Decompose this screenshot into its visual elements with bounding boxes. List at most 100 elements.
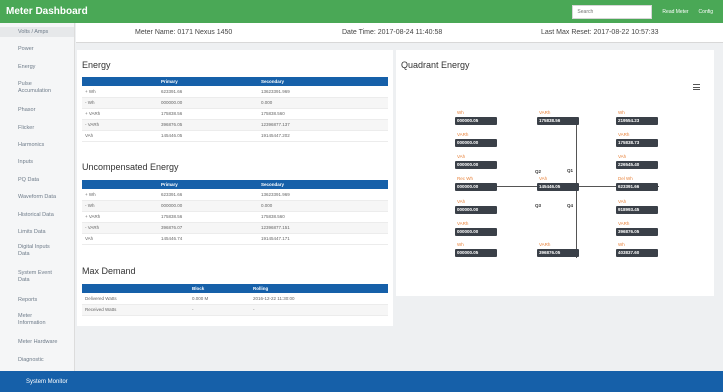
quadrant-cell-value: 000000.05 <box>455 117 497 125</box>
secondary-value: 12396877.151 <box>258 222 388 234</box>
sidebar-item-pq-data[interactable]: PQ Data <box>0 177 74 184</box>
quadrant-cell-value: 000000.05 <box>455 249 497 257</box>
uncomp-header-secondary: Secondary <box>258 180 388 189</box>
table-row: + VARh 175838.56 175838.560 <box>82 211 388 223</box>
primary-value: 000000.00 <box>158 200 258 212</box>
max-demand-header-rolling: Rolling <box>250 284 388 293</box>
max-demand-title: Max Demand <box>82 266 136 276</box>
sidebar-item-reports[interactable]: Reports <box>0 297 74 304</box>
sidebar-item-inputs[interactable]: Inputs <box>0 159 74 166</box>
secondary-value: 12396877.137 <box>258 119 388 131</box>
row-label: - VARh <box>82 119 158 131</box>
quadrant-cell-value: 175838.73 <box>616 139 658 147</box>
rolling-value: 2016-12-22 11:30:00 <box>250 293 388 305</box>
table-row: Received Watts - - <box>82 304 388 316</box>
primary-value: 396876.05 <box>158 119 258 131</box>
sidebar-item-diagnostic[interactable]: Diagnostic <box>0 357 74 364</box>
quadrant-label-q4: Q4 <box>567 203 574 208</box>
uncomp-header-empty <box>82 180 158 189</box>
row-label: - Wh <box>82 200 158 212</box>
sidebar-item-system-event-data[interactable]: System Event Data <box>0 270 54 284</box>
quadrant-cell-value: 396876.05 <box>537 249 579 257</box>
quadrant-cell-value: 403837.60 <box>616 249 658 257</box>
secondary-value: 19145447.202 <box>258 130 388 142</box>
system-monitor-link[interactable]: System Monitor <box>0 379 68 385</box>
max-demand-header-block: Block <box>189 284 250 293</box>
quadrant-cell-label: VARh <box>618 132 630 137</box>
meter-info-bar: Meter Name: 0171 Nexus 1450 Date Time: 2… <box>76 23 723 43</box>
sidebar-item-meter-hardware[interactable]: Meter Hardware <box>0 339 74 346</box>
energy-table: Primary Secondary + Wh 623391.66 1362339… <box>82 77 388 142</box>
rolling-value: - <box>250 304 388 316</box>
secondary-value: 175838.560 <box>258 211 388 223</box>
quadrant-cell-label: Rec Wh <box>457 176 474 181</box>
secondary-value: 19145447.171 <box>258 233 388 245</box>
secondary-value: 13623391.969 <box>258 86 388 98</box>
primary-value: 623391.66 <box>158 189 258 201</box>
table-row: VAh 145446.05 19145447.202 <box>82 130 388 142</box>
block-value: - <box>189 304 250 316</box>
app-title: Meter Dashboard <box>6 6 88 17</box>
meter-date-time: Date Time: 2017-08-24 11:40:58 <box>342 29 443 36</box>
sidebar-item-waveform-data[interactable]: Waveform Data <box>0 194 74 201</box>
table-row: - Wh 000000.00 0.000 <box>82 97 388 109</box>
primary-value: 145446.05 <box>158 130 258 142</box>
menu-icon[interactable] <box>693 84 700 90</box>
energy-panel: Energy Primary Secondary + Wh 623391.66 … <box>77 50 393 326</box>
sidebar-item-harmonics[interactable]: Harmonics <box>0 142 74 149</box>
row-label: Received Watts <box>82 304 189 316</box>
quadrant-cell-label: Wh <box>457 110 464 115</box>
quadrant-cell-label: VAh <box>539 176 548 181</box>
quadrant-cell-value: 000000.00 <box>455 228 497 236</box>
sidebar-item-power[interactable]: Power <box>0 46 74 53</box>
secondary-value: 175838.560 <box>258 108 388 120</box>
quadrant-cell-value: 000000.00 <box>455 139 497 147</box>
sidebar-item-energy[interactable]: Energy <box>0 64 74 71</box>
sidebar-item-pulse-accumulation[interactable]: Pulse Accumulation <box>0 81 56 95</box>
row-label: VAh <box>82 233 158 245</box>
row-label: - Wh <box>82 97 158 109</box>
sidebar-item-digital-inputs-data[interactable]: Digital Inputs Data <box>0 244 58 258</box>
quadrant-cell-value: 000000.00 <box>455 161 497 169</box>
quadrant-cell-label: VARh <box>457 221 469 226</box>
quadrant-cell-label: VARh <box>539 242 551 247</box>
quadrant-cell-value: 175838.56 <box>537 117 579 125</box>
sidebar-item-flicker[interactable]: Flicker <box>0 125 74 132</box>
sidebar-item-historical-data[interactable]: Historical Data <box>0 212 74 219</box>
energy-title: Energy <box>82 60 111 70</box>
table-row: Delivered Watts 0.000 M 2016-12-22 11:30… <box>82 293 388 305</box>
row-label: + VARh <box>82 211 158 223</box>
sidebar-item-meter-information[interactable]: Meter Information <box>0 313 52 327</box>
table-row: - Wh 000000.00 0.000 <box>82 200 388 212</box>
quadrant-cell-label: VARh <box>618 221 630 226</box>
table-row: + VARh 175838.56 175838.560 <box>82 108 388 120</box>
config-link[interactable]: Config <box>699 9 713 15</box>
max-demand-table: Block Rolling Delivered Watts 0.000 M 20… <box>82 284 388 316</box>
table-row: + Wh 623391.66 13623391.969 <box>82 189 388 201</box>
quadrant-cell-label: Wh <box>618 242 625 247</box>
row-label: VAh <box>82 130 158 142</box>
bottom-bar: System Monitor <box>0 371 723 392</box>
quadrant-cell-value: 918993.45 <box>616 206 658 214</box>
quadrant-cell-label: VARh <box>539 110 551 115</box>
sidebar-item-phasor[interactable]: Phasor <box>0 107 74 114</box>
row-label: - VARh <box>82 222 158 234</box>
search-input[interactable] <box>572 4 653 19</box>
sidebar-item-limits-data[interactable]: Limits Data <box>0 229 74 236</box>
table-row: - VARh 396876.07 12396877.151 <box>82 222 388 234</box>
quadrant-cell-value: 396876.05 <box>616 228 658 236</box>
row-label: + Wh <box>82 86 158 98</box>
quadrant-cell-label: VAh <box>457 154 466 159</box>
read-meter-link[interactable]: Read Meter <box>662 9 688 15</box>
energy-header-secondary: Secondary <box>258 77 388 86</box>
uncomp-header-primary: Primary <box>158 180 258 189</box>
secondary-value: 0.000 <box>258 97 388 109</box>
sidebar-item-volts-amps[interactable]: Volts / Amps <box>0 27 74 37</box>
top-bar: Meter Dashboard Read Meter Config <box>0 0 723 23</box>
row-label: + VARh <box>82 108 158 120</box>
quadrant-label-q2: Q2 <box>535 169 542 174</box>
table-row: - VARh 396876.05 12396877.137 <box>82 119 388 131</box>
primary-value: 175838.56 <box>158 211 258 223</box>
row-label: Delivered Watts <box>82 293 189 305</box>
quadrant-cell-label: VAh <box>618 154 627 159</box>
